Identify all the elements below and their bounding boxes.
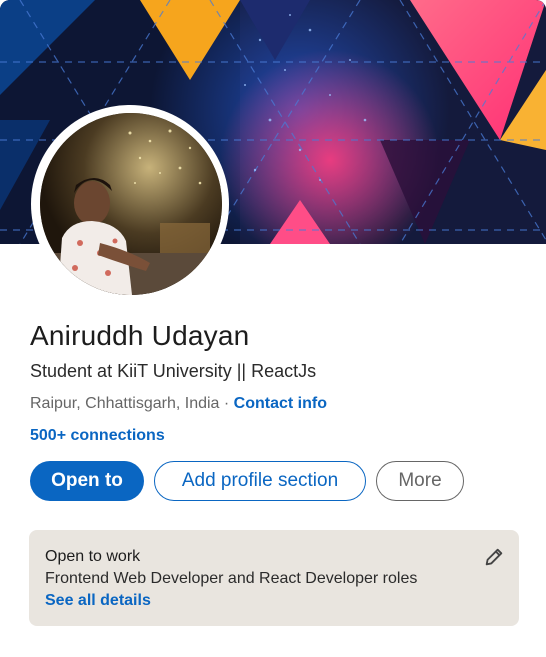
open-to-work-title: Open to work — [45, 548, 141, 565]
location-text: Raipur, Chhattisgarh, India — [30, 395, 220, 412]
avatar[interactable] — [40, 113, 222, 295]
profile-photo — [40, 113, 222, 295]
pencil-icon[interactable] — [483, 546, 505, 568]
profile-card: Aniruddh Udayan Student at KiiT Universi… — [0, 0, 546, 657]
contact-info-link[interactable]: Contact info — [234, 395, 327, 412]
location-row: Raipur, Chhattisgarh, India · Contact in… — [30, 395, 327, 413]
more-button[interactable]: More — [376, 461, 464, 501]
open-to-work-card: Open to work Frontend Web Developer and … — [29, 530, 519, 626]
open-to-button[interactable]: Open to — [30, 461, 144, 501]
see-all-details-link[interactable]: See all details — [45, 592, 151, 610]
profile-headline: Student at KiiT University || ReactJs — [30, 361, 317, 381]
add-profile-section-button[interactable]: Add profile section — [154, 461, 366, 501]
open-to-work-description: Frontend Web Developer and React Develop… — [45, 570, 418, 587]
separator: · — [219, 395, 234, 412]
connections-link[interactable]: 500+ connections — [30, 427, 165, 445]
profile-name: Aniruddh Udayan — [30, 320, 250, 351]
